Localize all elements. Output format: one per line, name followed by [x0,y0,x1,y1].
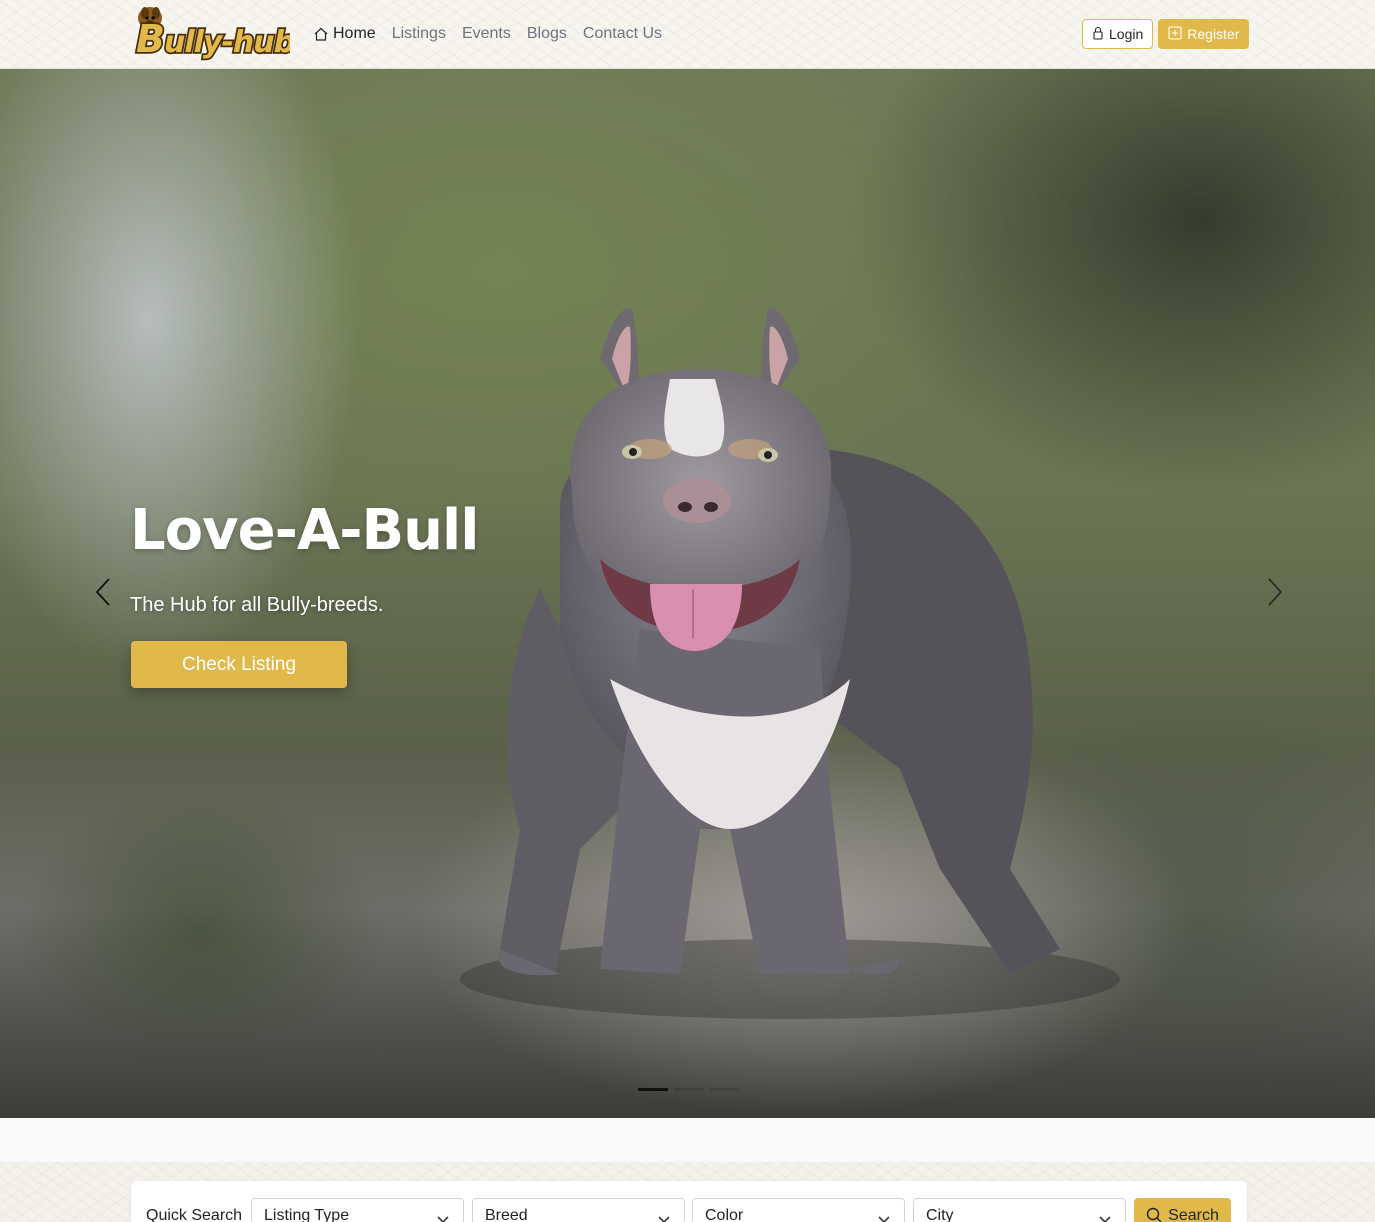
city-value: City [926,1207,954,1222]
color-value: Color [705,1207,744,1222]
carousel-next-button[interactable] [1260,577,1290,612]
search-icon [1146,1207,1162,1222]
navbar: B ully-hub Home Listings Events Blogs Co… [0,0,1375,69]
house-icon [313,26,329,42]
svg-text:B: B [136,17,165,61]
check-listing-button[interactable]: Check Listing [131,641,347,688]
search-label: Search [1168,1207,1219,1222]
plus-square-icon [1168,25,1182,43]
chevron-down-icon [878,1211,890,1222]
chevron-down-icon [658,1211,670,1222]
register-button[interactable]: Register [1158,19,1250,49]
register-label: Register [1187,26,1240,42]
login-label: Login [1109,26,1144,42]
carousel-indicator-1[interactable] [638,1088,668,1091]
logo-image: B ully-hub [134,7,290,63]
carousel-indicator-3[interactable] [710,1088,740,1091]
carousel-indicator-2[interactable] [674,1088,704,1091]
breed-select[interactable]: Breed [472,1198,685,1222]
login-button[interactable]: Login [1082,19,1154,49]
auth-buttons: Login Register [1082,19,1250,49]
chevron-down-icon [437,1211,449,1222]
nav-contact[interactable]: Contact Us [583,25,662,43]
hero-title: Love-A-Bull [130,498,479,563]
nav-blogs[interactable]: Blogs [527,25,567,43]
carousel-indicators [638,1088,740,1091]
listing-type-select[interactable]: Listing Type [251,1198,464,1222]
main-nav: Home Listings Events Blogs Contact Us [313,21,662,47]
search-button[interactable]: Search [1134,1198,1231,1222]
quick-search-label: Quick Search [146,1207,243,1222]
lock-icon [1092,26,1104,43]
svg-text:ully-hub: ully-hub [164,25,290,60]
breed-value: Breed [485,1207,528,1222]
nav-home[interactable]: Home [313,25,376,43]
chevron-down-icon [1099,1211,1111,1222]
nav-home-label: Home [333,25,376,42]
hero-carousel: Love-A-Bull The Hub for all Bully-breeds… [0,69,1375,1118]
carousel-prev-button[interactable] [88,577,118,612]
city-select[interactable]: City [913,1198,1126,1222]
nav-listings[interactable]: Listings [392,25,446,43]
site-logo[interactable]: B ully-hub [130,4,290,64]
color-select[interactable]: Color [692,1198,905,1222]
quick-search-card: Quick Search Listing Type Breed Color Ci… [131,1181,1247,1222]
listing-type-value: Listing Type [264,1207,350,1222]
hero-subtitle: The Hub for all Bully-breeds. [130,594,384,616]
chevron-right-icon [1266,577,1284,612]
nav-events[interactable]: Events [462,25,511,43]
chevron-left-icon [94,577,112,612]
